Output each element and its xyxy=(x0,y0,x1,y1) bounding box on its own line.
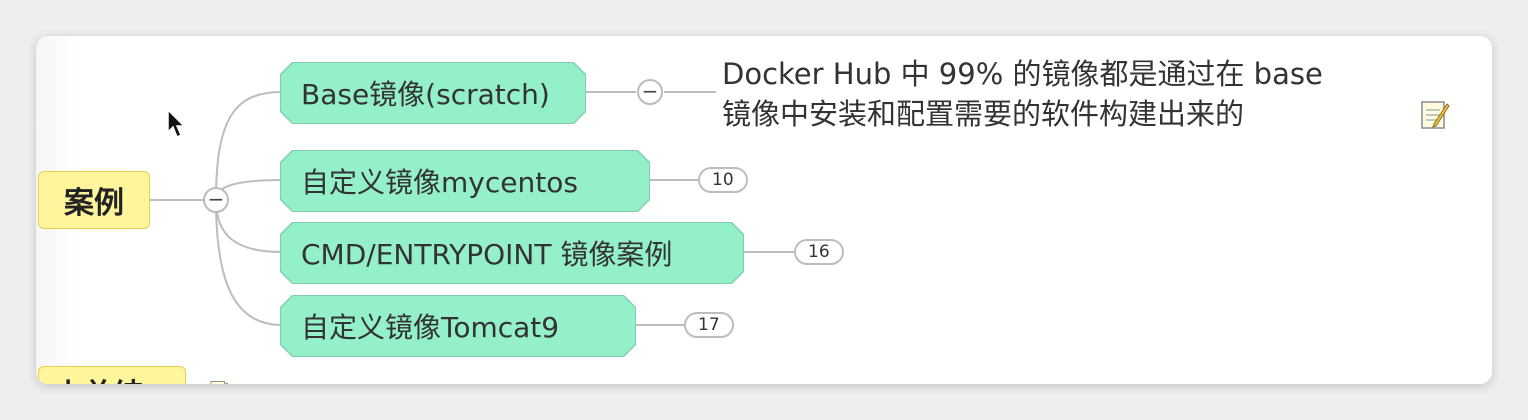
mouse-cursor-icon xyxy=(167,108,186,139)
node-label: CMD/ENTRYPOINT 镜像案例 xyxy=(301,238,673,271)
child-count-badge[interactable]: 16 xyxy=(794,239,844,265)
node-custom-image-mycentos[interactable]: 自定义镜像mycentos xyxy=(281,151,649,211)
node-label: Base镜像(scratch) xyxy=(301,78,550,111)
collapse-toggle-root[interactable]: − xyxy=(203,187,229,213)
root-node-summary[interactable]: 小总结 xyxy=(38,366,186,384)
node-custom-image-tomcat9[interactable]: 自定义镜像Tomcat9 xyxy=(281,296,635,356)
node-cmd-entrypoint[interactable]: CMD/ENTRYPOINT 镜像案例 xyxy=(281,223,743,283)
node-label: 自定义镜像Tomcat9 xyxy=(301,311,560,344)
collapse-toggle-base-image[interactable]: − xyxy=(637,79,663,105)
node-note-text: Docker Hub 中 99% 的镜像都是通过在 base 镜像中安装和配置需… xyxy=(722,57,1323,131)
child-count-badge[interactable]: 17 xyxy=(684,312,734,338)
node-base-image[interactable]: Base镜像(scratch) xyxy=(281,63,585,123)
mindmap-canvas[interactable]: 案例 − Base镜像(scratch) − Docker Hub 中 99% … xyxy=(36,36,1492,384)
note-icon[interactable] xyxy=(1420,98,1450,130)
note-icon[interactable] xyxy=(204,379,234,384)
child-count-badge[interactable]: 10 xyxy=(698,167,748,193)
node-label: 自定义镜像mycentos xyxy=(301,166,578,199)
root-node-cases[interactable]: 案例 xyxy=(38,171,150,229)
